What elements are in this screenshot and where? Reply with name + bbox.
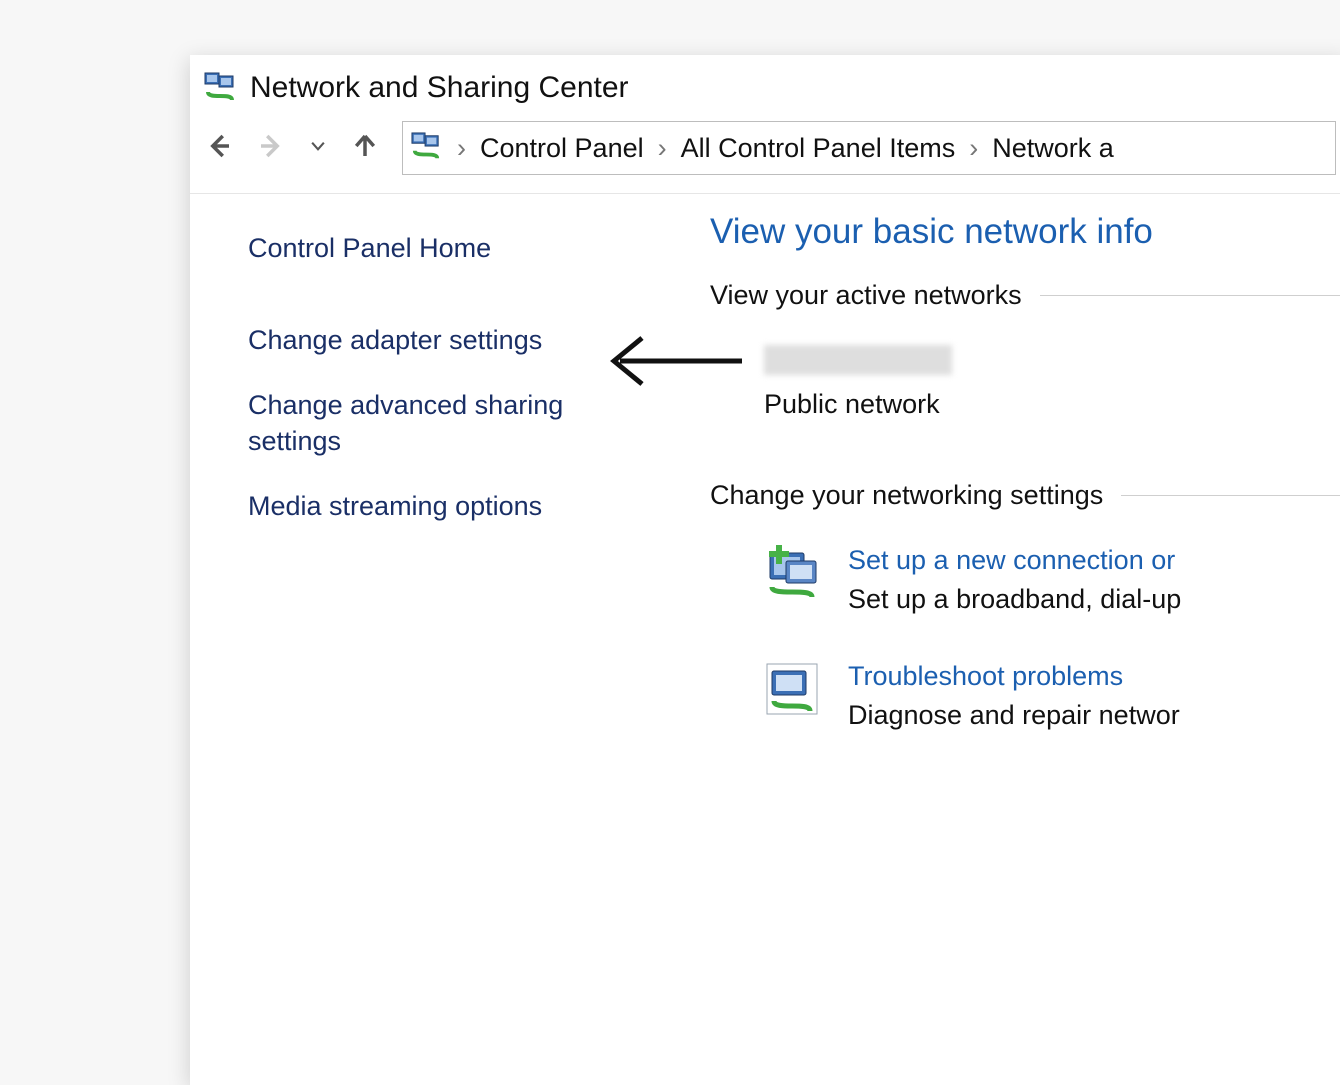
active-networks-label: View your active networks <box>710 280 1022 311</box>
setting-item-new-connection: Set up a new connection or Set up a broa… <box>764 545 1340 615</box>
address-bar-icon <box>411 132 443 164</box>
toolbar: › Control Panel › All Control Panel Item… <box>190 115 1340 194</box>
main-panel: View your basic network info View your a… <box>680 212 1340 777</box>
address-bar[interactable]: › Control Panel › All Control Panel Item… <box>402 121 1336 175</box>
troubleshoot-icon <box>764 661 820 717</box>
network-sharing-center-window: Network and Sharing Center <box>190 55 1340 1085</box>
change-settings-section: Change your networking settings <box>710 480 1340 511</box>
setting-link-new-connection[interactable]: Set up a new connection or <box>848 545 1181 576</box>
divider <box>1040 295 1340 296</box>
settings-list: Set up a new connection or Set up a broa… <box>710 545 1340 731</box>
main-heading: View your basic network info <box>710 212 1340 252</box>
up-button[interactable] <box>350 131 380 166</box>
forward-button[interactable] <box>256 131 286 166</box>
network-type: Public network <box>764 389 1340 420</box>
active-network: Public network <box>710 345 1340 420</box>
active-networks-section: View your active networks <box>710 280 1340 311</box>
breadcrumb-item[interactable]: All Control Panel Items <box>681 133 956 164</box>
titlebar: Network and Sharing Center <box>190 55 1340 115</box>
breadcrumb-item[interactable]: Network a <box>992 133 1114 164</box>
sidebar-item-media-streaming[interactable]: Media streaming options <box>248 488 640 524</box>
history-dropdown[interactable] <box>308 136 328 161</box>
chevron-right-icon: › <box>455 133 468 164</box>
content-area: Control Panel Home Change adapter settin… <box>190 194 1340 777</box>
setting-desc: Diagnose and repair networ <box>848 700 1180 731</box>
setting-item-troubleshoot: Troubleshoot problems Diagnose and repai… <box>764 661 1340 731</box>
chevron-right-icon: › <box>967 133 980 164</box>
divider <box>1121 495 1340 496</box>
chevron-right-icon: › <box>656 133 669 164</box>
network-name-redacted <box>764 345 952 375</box>
sidebar-item-advanced-sharing[interactable]: Change advanced sharing settings <box>248 387 640 460</box>
change-settings-label: Change your networking settings <box>710 480 1103 511</box>
back-button[interactable] <box>204 131 234 166</box>
sidebar-item-adapter-settings[interactable]: Change adapter settings <box>248 322 640 358</box>
new-connection-icon <box>764 545 820 601</box>
window-title: Network and Sharing Center <box>250 71 629 105</box>
setting-desc: Set up a broadband, dial-up <box>848 584 1181 615</box>
network-center-icon <box>204 72 236 104</box>
sidebar-item-home[interactable]: Control Panel Home <box>248 230 640 266</box>
sidebar: Control Panel Home Change adapter settin… <box>190 212 680 777</box>
breadcrumb-item[interactable]: Control Panel <box>480 133 644 164</box>
setting-link-troubleshoot[interactable]: Troubleshoot problems <box>848 661 1180 692</box>
